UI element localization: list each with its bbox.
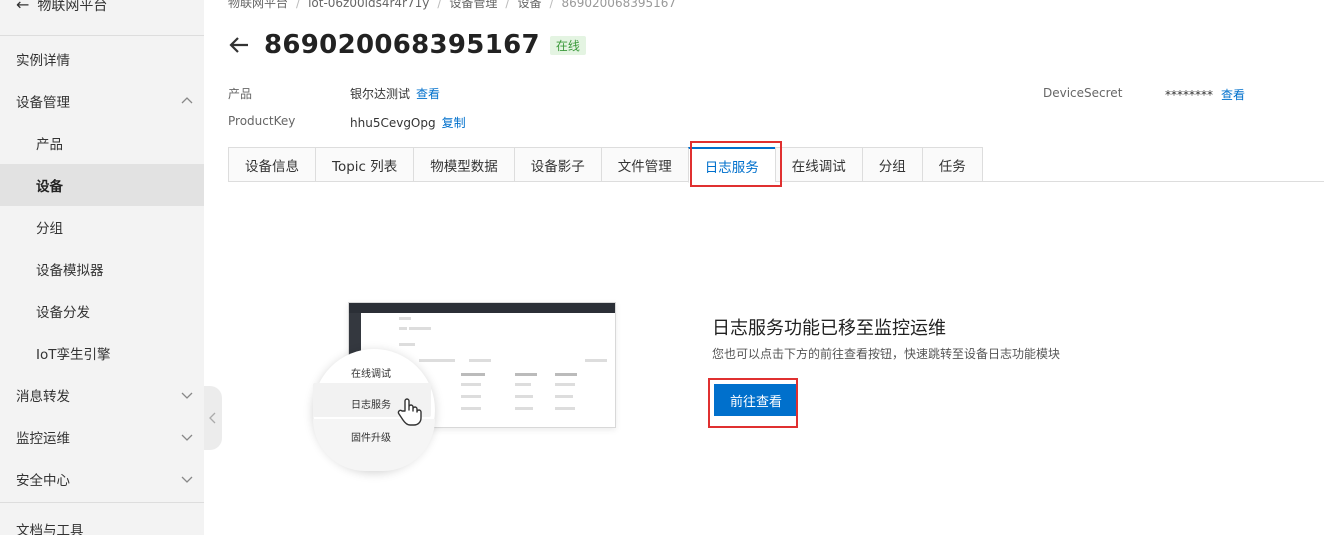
illustration-menu-item: 固件升级 xyxy=(351,433,391,444)
tab-label: 在线调试 xyxy=(791,158,846,175)
tab-tasks[interactable]: 任务 xyxy=(921,147,983,182)
main-content: 物联网平台 / iot-06z00ids4r4r71y / 设备管理 / 设备/869020… xyxy=(204,0,1324,535)
back-arrow-icon[interactable]: ← xyxy=(16,0,29,13)
sidebar-item-instance-details[interactable]: 实例详情 xyxy=(0,38,204,80)
sidebar-item-label: 设备分发 xyxy=(36,305,90,321)
pointer-hand-icon xyxy=(397,398,422,426)
tab-online-debug[interactable]: 在线调试 xyxy=(774,147,862,182)
breadcrumb-item[interactable]: 物联网平台 xyxy=(228,0,288,10)
tab-topic-list[interactable]: Topic 列表 xyxy=(315,147,414,182)
sidebar-item-label: 设备管理 xyxy=(16,95,70,111)
tab-label: 设备影子 xyxy=(530,158,585,175)
sidebar-item-label: 文档与工具 xyxy=(16,523,84,535)
sidebar-item-label: 产品 xyxy=(36,137,63,153)
sidebar-item-message-forwarding[interactable]: 消息转发 xyxy=(0,374,204,416)
sidebar-item-label: 分组 xyxy=(36,221,63,237)
productkey-text: hhu5CevgOpg xyxy=(350,116,436,130)
illustration-screen: 在线调试 日志服务 固件升级 xyxy=(313,302,616,471)
sidebar-item-label: 设备 xyxy=(36,179,63,195)
page-title: 869020068395167 xyxy=(264,30,540,60)
sidebar-item-devices[interactable]: 设备 xyxy=(0,164,204,206)
tab-file-management[interactable]: 文件管理 xyxy=(600,147,688,182)
page-title-row: 869020068395167 在线 xyxy=(228,30,586,60)
sidebar-item-docs-tools[interactable]: 文档与工具 xyxy=(0,508,204,535)
breadcrumb-item[interactable]: 设备 xyxy=(517,0,541,10)
notice-subtitle: 您也可以点击下方的前往查看按钮，快速跳转至设备日志功能模块 xyxy=(712,347,1061,361)
devicesecret-view-link[interactable]: 查看 xyxy=(1221,88,1245,102)
breadcrumb: 物联网平台 / iot-06z00ids4r4r71y / 设备管理 / 设备/869020… xyxy=(228,0,676,11)
sidebar-item-label: 安全中心 xyxy=(16,473,70,489)
product-view-link[interactable]: 查看 xyxy=(416,87,440,101)
tab-label: 设备信息 xyxy=(245,158,299,175)
tab-device-info[interactable]: 设备信息 xyxy=(228,147,315,182)
sidebar-item-iot-twin-engine[interactable]: IoT孪生引擎 xyxy=(0,332,204,374)
illustration-menu-circle: 在线调试 日志服务 固件升级 xyxy=(313,349,435,471)
illustration-screen-topbar xyxy=(349,303,615,313)
sidebar-item-security-center[interactable]: 安全中心 xyxy=(0,458,204,500)
tab-label: 任务 xyxy=(938,158,966,175)
product-label: 产品 xyxy=(228,87,253,101)
chevron-up-icon xyxy=(181,97,193,104)
notice-title: 日志服务功能已移至监控运维 xyxy=(712,318,946,339)
tab-label: 分组 xyxy=(878,158,906,175)
sidebar-item-label: 实例详情 xyxy=(16,53,70,69)
sidebar-item-label: 设备模拟器 xyxy=(36,263,104,279)
sidebar-header[interactable]: ← 物联网平台 xyxy=(0,0,204,36)
sidebar-item-label: 消息转发 xyxy=(16,389,70,405)
devicesecret-label: DeviceSecret xyxy=(1043,86,1123,100)
devicesecret-text: ******** xyxy=(1165,88,1213,102)
back-arrow-icon[interactable] xyxy=(228,34,250,56)
chevron-down-icon xyxy=(181,434,193,441)
sidebar-item-products[interactable]: 产品 xyxy=(0,122,204,164)
highlight-box-log-tab xyxy=(690,141,782,187)
tab-label: 文件管理 xyxy=(617,158,672,175)
sidebar-item-label: IoT孪生引擎 xyxy=(36,347,111,363)
log-service-illustration: 在线调试 日志服务 固件升级 xyxy=(313,302,618,471)
highlight-box-go-button xyxy=(708,378,798,428)
sidebar-item-monitoring[interactable]: 监控运维 xyxy=(0,416,204,458)
tab-label: 物模型数据 xyxy=(430,158,498,175)
sidebar-item-groups[interactable]: 分组 xyxy=(0,206,204,248)
sidebar: ← 物联网平台 实例详情 设备管理 产品 设备 分组 设备模拟器 设备分发 Io… xyxy=(0,0,204,535)
tab-label: Topic 列表 xyxy=(332,158,398,175)
sidebar-title: 物联网平台 xyxy=(37,0,108,14)
product-value: 银尔达测试 查看 xyxy=(350,85,440,102)
breadcrumb-item[interactable]: 设备管理 xyxy=(449,0,497,10)
productkey-value: hhu5CevgOpg 复制 xyxy=(350,114,466,131)
tab-device-shadow[interactable]: 设备影子 xyxy=(513,147,601,182)
tab-thing-model-data[interactable]: 物模型数据 xyxy=(413,147,514,182)
productkey-copy-link[interactable]: 复制 xyxy=(442,116,466,130)
tab-groups[interactable]: 分组 xyxy=(861,147,922,182)
chevron-down-icon xyxy=(181,476,193,483)
devicesecret-value: ******** 查看 xyxy=(1165,86,1245,103)
breadcrumb-item[interactable]: iot-06z00ids4r4r71y xyxy=(308,0,429,10)
chevron-down-icon xyxy=(181,392,193,399)
status-badge: 在线 xyxy=(549,35,586,55)
illustration-menu-item: 日志服务 xyxy=(351,400,391,411)
sidebar-item-device-distribution[interactable]: 设备分发 xyxy=(0,290,204,332)
sidebar-item-label: 监控运维 xyxy=(16,431,70,447)
productkey-label: ProductKey xyxy=(228,114,296,128)
illustration-menu-item: 在线调试 xyxy=(351,369,391,380)
breadcrumb-current: 869020068395167 xyxy=(561,0,677,10)
sidebar-item-device-management[interactable]: 设备管理 xyxy=(0,80,204,122)
sidebar-divider xyxy=(0,502,204,503)
sidebar-item-device-simulator[interactable]: 设备模拟器 xyxy=(0,248,204,290)
product-name: 银尔达测试 xyxy=(350,87,411,101)
